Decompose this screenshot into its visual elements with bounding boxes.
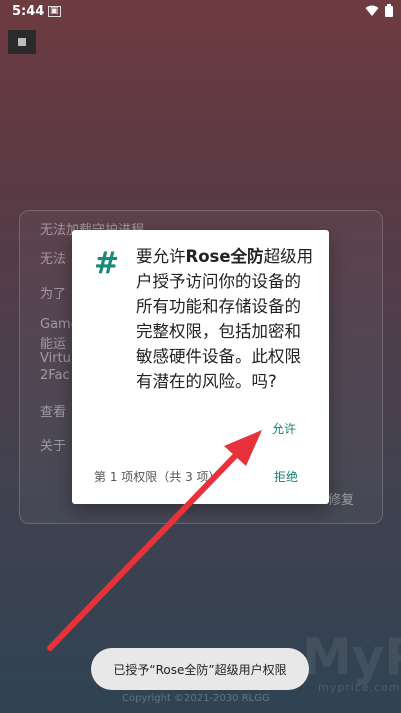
toast: 已授予“Rose全防”超级用户权限 <box>91 648 309 690</box>
toast-text: 已授予“Rose全防”超级用户权限 <box>113 662 287 677</box>
watermark-url: myprice.com.cn <box>318 681 401 694</box>
copyright: Copyright ©2021-2030 RLGG <box>122 693 270 704</box>
watermark-brand: MyPrice <box>302 628 401 686</box>
red-arrow-annotation <box>47 430 262 651</box>
